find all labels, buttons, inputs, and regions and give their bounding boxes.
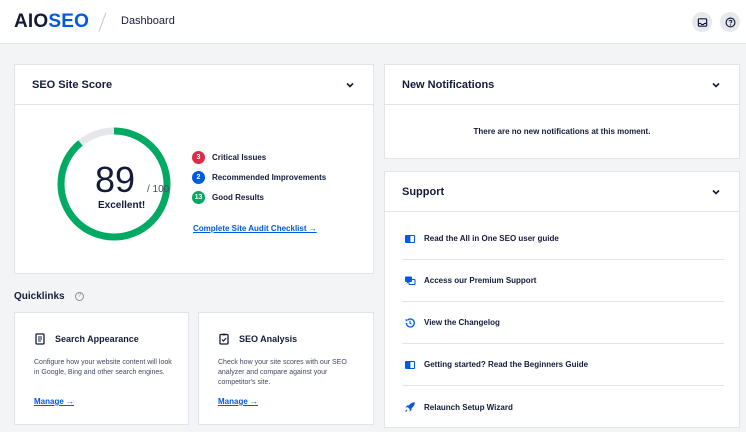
support-item-premium-support[interactable]: Access our Premium Support bbox=[402, 260, 724, 302]
logo-aio-text: AIO bbox=[14, 11, 49, 32]
notifications-card: New Notifications There are no new notif… bbox=[384, 64, 740, 159]
quicklinks-title: Quicklinks bbox=[14, 291, 65, 302]
rocket-icon bbox=[404, 401, 416, 413]
quicklink-description: Check how your site scores with our SEO … bbox=[218, 359, 347, 386]
support-item-label: Getting started? Read the Beginners Guid… bbox=[424, 360, 589, 369]
inbox-button[interactable] bbox=[692, 12, 712, 32]
logo-seo-text: S EO bbox=[48, 11, 89, 33]
issue-recommended[interactable]: 2 Recommended Improvements bbox=[192, 170, 326, 184]
good-count-badge: 13 bbox=[192, 190, 205, 204]
help-button[interactable] bbox=[720, 12, 740, 32]
quicklink-search-appearance[interactable]: Search Appearance Configure how your web… bbox=[14, 312, 189, 425]
recommended-label: Recommended Improvements bbox=[212, 172, 327, 182]
book-icon bbox=[404, 359, 416, 371]
aioseo-logo[interactable]: AIO S EO bbox=[14, 11, 89, 33]
document-icon bbox=[34, 333, 46, 345]
breadcrumb-separator bbox=[98, 12, 107, 32]
support-item-label: View the Changelog bbox=[424, 318, 500, 327]
quicklink-title: SEO Analysis bbox=[239, 334, 298, 344]
good-label: Good Results bbox=[212, 192, 265, 202]
support-title: Support bbox=[402, 186, 445, 198]
chevron-down-icon[interactable] bbox=[711, 80, 721, 90]
critical-label: Critical Issues bbox=[212, 152, 267, 162]
chevron-down-icon[interactable] bbox=[711, 187, 721, 197]
score-value: 89 bbox=[95, 159, 136, 200]
quicklink-title: Search Appearance bbox=[55, 334, 139, 344]
chevron-down-icon[interactable] bbox=[345, 80, 355, 90]
support-item-user-guide[interactable]: Read the All in One SEO user guide bbox=[402, 218, 724, 260]
recommended-count-badge: 2 bbox=[192, 170, 205, 184]
book-icon bbox=[404, 233, 416, 245]
notifications-card-header[interactable]: New Notifications bbox=[385, 65, 739, 105]
support-item-label: Read the All in One SEO user guide bbox=[424, 234, 559, 243]
manage-link[interactable]: Manage → bbox=[218, 397, 258, 406]
seo-score-card: SEO Site Score 89 / 100 Excellent! 3 Cri… bbox=[14, 64, 374, 274]
support-item-beginners-guide[interactable]: Getting started? Read the Beginners Guid… bbox=[402, 344, 724, 386]
notifications-title: New Notifications bbox=[402, 79, 495, 91]
support-item-label: Relaunch Setup Wizard bbox=[424, 402, 513, 412]
seo-score-title: SEO Site Score bbox=[32, 79, 113, 91]
score-rating: Excellent! bbox=[98, 200, 146, 211]
audit-checklist-link[interactable]: Complete Site Audit Checklist → bbox=[193, 224, 317, 233]
quicklink-description: Configure how your website content will … bbox=[34, 359, 172, 376]
support-item-changelog[interactable]: View the Changelog bbox=[402, 302, 724, 344]
support-item-label: Access our Premium Support bbox=[424, 276, 537, 285]
manage-link[interactable]: Manage → bbox=[34, 397, 74, 406]
seo-score-card-header[interactable]: SEO Site Score bbox=[15, 65, 373, 105]
quicklink-seo-analysis[interactable]: SEO Analysis Check how your site scores … bbox=[198, 312, 374, 425]
help-icon bbox=[725, 17, 735, 27]
inbox-icon bbox=[697, 17, 707, 27]
logo-seo-rest: EO bbox=[61, 11, 90, 32]
history-icon bbox=[404, 317, 416, 329]
support-card-header[interactable]: Support bbox=[385, 172, 739, 212]
support-item-setup-wizard[interactable]: Relaunch Setup Wizard bbox=[402, 386, 724, 428]
quicklinks-help-icon[interactable]: ? bbox=[75, 292, 84, 301]
logo-seo-s: S bbox=[48, 11, 62, 32]
chat-icon bbox=[404, 275, 416, 287]
clipboard-check-icon bbox=[218, 333, 230, 345]
issue-critical[interactable]: 3 Critical Issues bbox=[192, 150, 266, 164]
critical-count-badge: 3 bbox=[192, 150, 205, 164]
top-bar: AIO S EO Dashboard bbox=[0, 0, 746, 44]
breadcrumb: Dashboard bbox=[121, 15, 175, 27]
score-max: / 100 bbox=[147, 184, 170, 195]
issue-good[interactable]: 13 Good Results bbox=[192, 190, 264, 204]
support-card: Support Read the All in One SEO user gui… bbox=[384, 171, 740, 428]
notifications-empty-message: There are no new notifications at this m… bbox=[473, 127, 651, 136]
